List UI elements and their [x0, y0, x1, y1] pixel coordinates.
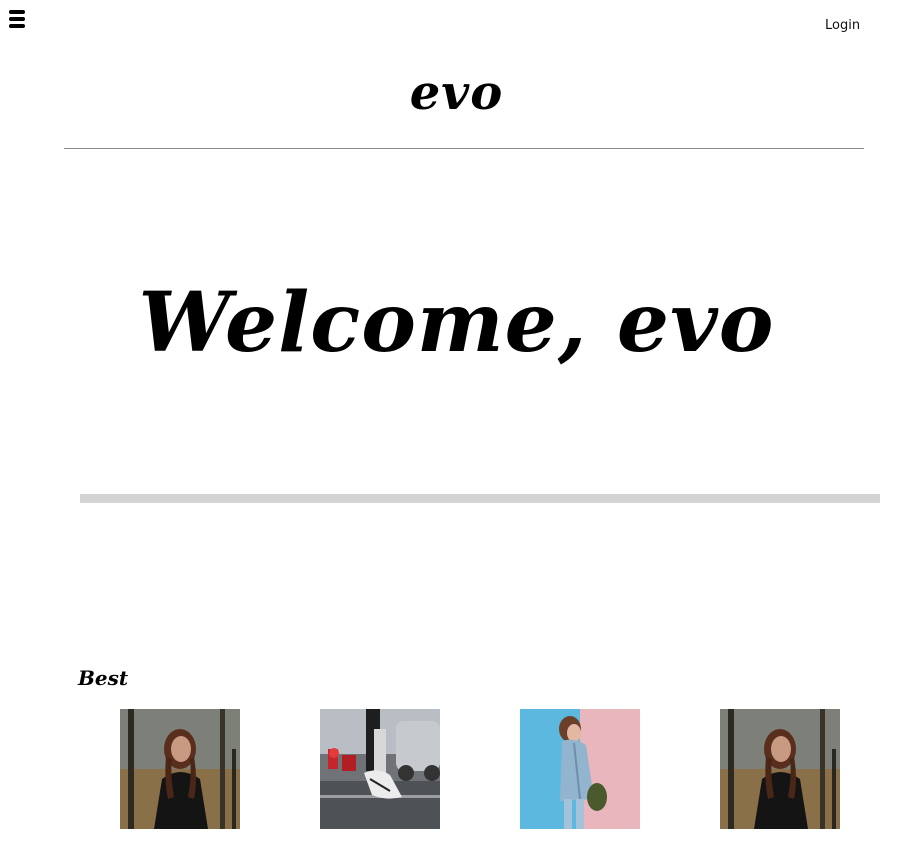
product-thumbnail-2[interactable]	[320, 709, 440, 829]
best-section-title: Best	[78, 666, 129, 690]
product-thumbnail-4[interactable]	[720, 709, 840, 829]
site-logo[interactable]: evo	[0, 58, 913, 128]
login-link[interactable]: Login	[825, 18, 860, 33]
page: Login evo Welcome, evo Best	[0, 0, 913, 868]
product-thumbnail-3[interactable]	[520, 709, 640, 829]
woman-forest-photo	[120, 709, 240, 829]
woman-forest-photo	[720, 709, 840, 829]
hero-divider-bar	[80, 494, 880, 503]
header-divider	[64, 148, 864, 149]
woman-denim-jacket-photo	[520, 709, 640, 829]
product-thumbnail-1[interactable]	[120, 709, 240, 829]
sneakers-street-photo	[320, 709, 440, 829]
hamburger-menu-icon[interactable]	[9, 10, 26, 28]
hero-title: Welcome, evo	[138, 275, 775, 371]
